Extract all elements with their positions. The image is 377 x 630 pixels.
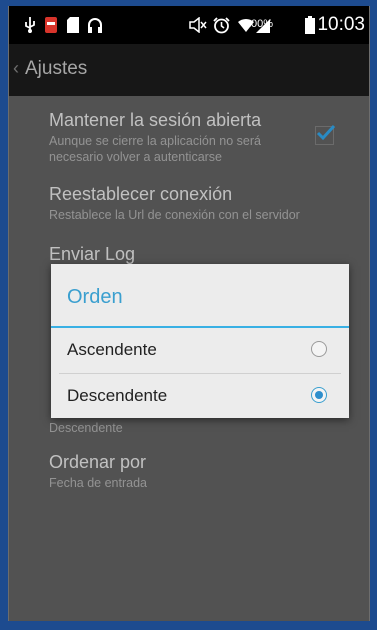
dialog-title: Orden: [67, 286, 123, 308]
radio-descendente[interactable]: [311, 387, 327, 403]
mute-icon: [189, 16, 207, 38]
order-dialog: Orden Ascendente Descendente: [51, 264, 349, 418]
usb-icon: [23, 17, 37, 38]
battery-icon: [305, 16, 315, 39]
sd-card-icon: [67, 17, 79, 38]
app-notification-icon: [45, 17, 57, 38]
status-bar: 100% 10:03: [9, 6, 369, 44]
alarm-icon: [213, 17, 230, 39]
radio-ascendente[interactable]: [311, 341, 327, 357]
phone-screen: 100% 10:03 ‹ Ajustes Mantener la sesión …: [8, 6, 370, 621]
radio-selected-dot: [315, 391, 323, 399]
headset-icon: [87, 17, 103, 38]
status-clock: 10:03: [317, 14, 365, 35]
option-label: Descendente: [67, 386, 168, 405]
option-ascendente[interactable]: Ascendente: [51, 328, 349, 373]
battery-percent: 100%: [244, 18, 273, 30]
option-label: Ascendente: [67, 340, 157, 359]
option-descendente[interactable]: Descendente: [51, 374, 349, 419]
